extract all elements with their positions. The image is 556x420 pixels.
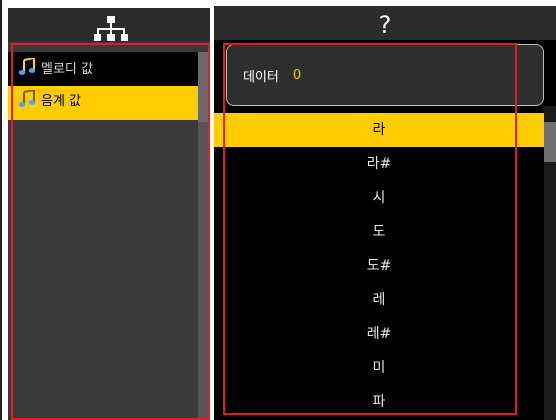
value-panel: ? 데이터 0 라 라# 시 도 도# 레 레# 미 파 [214,6,556,420]
window-edge [0,0,2,420]
note-option-do[interactable]: 도 [214,215,544,249]
category-scrollbar[interactable] [198,52,210,420]
note-option-mi[interactable]: 미 [214,351,544,385]
note-list-scrollbar[interactable] [544,106,556,420]
note-option-do-sharp[interactable]: 도# [214,249,544,283]
category-item-scale-value[interactable]: 음계 값 [8,86,210,120]
category-panel-header [8,8,210,42]
note-option-fa[interactable]: 파 [214,385,544,419]
note-option-si[interactable]: 시 [214,181,544,215]
note-option-re-sharp[interactable]: 레# [214,317,544,351]
data-field-label: 데이터 [243,69,279,85]
note-option-la-sharp[interactable]: 라# [214,147,544,181]
category-panel: 멜로디 값 음계 값 [8,8,210,420]
music-note-icon [18,58,36,75]
category-item-melody-value[interactable]: 멜로디 값 [8,52,210,86]
value-panel-title: ? [214,6,556,40]
category-item-label: 음계 값 [41,94,82,109]
data-field[interactable]: 데이터 0 [226,44,544,106]
note-list: 라 라# 시 도 도# 레 레# 미 파 [214,113,544,419]
music-note-icon [18,90,36,107]
note-option-re[interactable]: 레 [214,283,544,317]
category-list: 멜로디 값 음계 값 [8,52,210,120]
note-list-scrollbar-thumb[interactable] [544,122,556,162]
note-option-la[interactable]: 라 [214,113,544,147]
data-field-value: 0 [292,67,302,83]
hierarchy-icon[interactable] [94,16,128,42]
category-scrollbar-thumb[interactable] [198,52,210,122]
category-item-label: 멜로디 값 [41,62,93,77]
